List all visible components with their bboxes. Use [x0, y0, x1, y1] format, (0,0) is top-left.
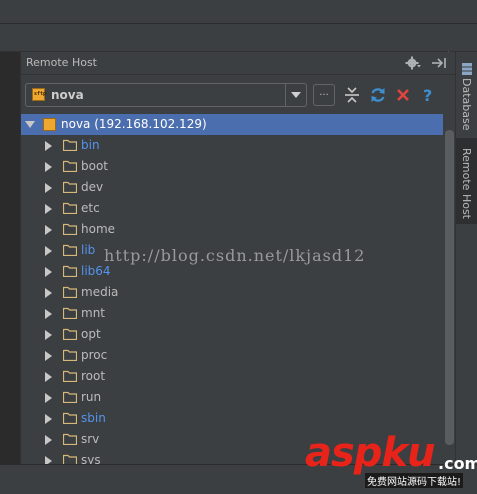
tree-item-label: bin — [81, 138, 100, 152]
folder-icon — [63, 349, 77, 361]
tree-item-label: media — [81, 285, 119, 299]
tree-root-row[interactable]: nova (192.168.102.129) — [21, 114, 443, 135]
tab-remote-host[interactable]: Remote Host — [456, 138, 477, 224]
window-top-bar — [0, 0, 477, 24]
folder-icon — [63, 454, 77, 464]
editor-gutter — [0, 52, 21, 464]
sftp-icon: sftp — [32, 88, 46, 101]
folder-icon — [63, 202, 77, 214]
tree-item-label: boot — [81, 159, 109, 173]
tab-database-label: Database — [460, 78, 473, 131]
tree-item-label: home — [81, 222, 116, 236]
tree-row[interactable]: mnt — [21, 303, 443, 324]
tree-row[interactable]: proc — [21, 345, 443, 366]
host-selector[interactable]: sftp nova — [25, 83, 307, 107]
folder-icon — [63, 160, 77, 172]
panel-header: Remote Host — [21, 52, 455, 75]
tree-item-label: dev — [81, 180, 104, 194]
watermark-url: http://blog.csdn.net/lkjasd12 — [104, 246, 366, 265]
tree-item-label: run — [81, 390, 102, 404]
folder-icon — [63, 139, 77, 151]
tree-row[interactable]: root — [21, 366, 443, 387]
hide-panel-icon[interactable] — [431, 55, 447, 71]
collapse-all-icon[interactable] — [343, 86, 361, 104]
tab-database[interactable]: Database — [456, 52, 477, 132]
aspku-watermark: aspku .com 免费网站源码下载站! — [305, 430, 477, 493]
tree-item-label: root — [81, 369, 106, 383]
tree-row[interactable]: bin — [21, 135, 443, 156]
folder-icon — [63, 328, 77, 340]
remote-file-tree: nova (192.168.102.129) bin boot dev etc home… — [21, 114, 455, 464]
tree-row[interactable]: sbin — [21, 408, 443, 429]
tree-item-label: lib — [81, 243, 96, 257]
aspku-domain: .com — [438, 454, 477, 473]
folder-icon — [63, 181, 77, 193]
tab-remote-host-label: Remote Host — [460, 148, 473, 219]
help-icon[interactable]: ? — [419, 86, 437, 104]
expand-arrow-icon[interactable] — [45, 183, 52, 193]
expand-arrow-icon[interactable] — [45, 204, 52, 214]
tree-item-label: srv — [81, 432, 100, 446]
expand-arrow-icon[interactable] — [45, 456, 52, 464]
host-name: nova — [51, 88, 84, 102]
tree-item-label: sbin — [81, 411, 106, 425]
tree-row[interactable]: opt — [21, 324, 443, 345]
expand-arrow-icon[interactable] — [45, 162, 52, 172]
tree-root-label: nova (192.168.102.129) — [61, 117, 207, 131]
tree-row[interactable]: run — [21, 387, 443, 408]
expand-arrow-icon[interactable] — [45, 288, 52, 298]
folder-icon — [63, 223, 77, 235]
expand-arrow-icon[interactable] — [25, 121, 35, 128]
main-toolbar — [0, 24, 477, 71]
folder-icon — [63, 307, 77, 319]
tree-row[interactable]: dev — [21, 177, 443, 198]
gear-icon[interactable] — [405, 55, 421, 71]
panel-title: Remote Host — [26, 56, 97, 69]
expand-arrow-icon[interactable] — [45, 225, 52, 235]
browse-button[interactable]: ... — [313, 84, 335, 106]
folder-icon — [63, 391, 77, 403]
right-tool-strip: Database Remote Host — [455, 52, 477, 464]
tree-row[interactable]: home — [21, 219, 443, 240]
tree-item-label: opt — [81, 327, 101, 341]
expand-arrow-icon[interactable] — [45, 414, 52, 424]
expand-arrow-icon[interactable] — [45, 435, 52, 445]
tree-item-label: etc — [81, 201, 100, 215]
svg-text:?: ? — [423, 86, 432, 104]
tree-item-label: proc — [81, 348, 108, 362]
expand-arrow-icon[interactable] — [45, 141, 52, 151]
tree-row[interactable]: boot — [21, 156, 443, 177]
tree-item-label: sys — [81, 453, 101, 464]
folder-icon — [63, 265, 77, 277]
tree-row[interactable]: etc — [21, 198, 443, 219]
scrollbar-thumb[interactable] — [445, 130, 454, 445]
folder-icon — [63, 412, 77, 424]
aspku-logo: aspku — [305, 430, 436, 476]
tree-row[interactable]: media — [21, 282, 443, 303]
expand-arrow-icon[interactable] — [45, 267, 52, 277]
expand-arrow-icon[interactable] — [45, 330, 52, 340]
folder-icon — [63, 244, 77, 256]
folder-icon — [63, 370, 77, 382]
chevron-down-icon[interactable] — [285, 84, 306, 106]
close-icon[interactable] — [394, 86, 412, 104]
expand-arrow-icon[interactable] — [45, 393, 52, 403]
refresh-icon[interactable] — [369, 86, 387, 104]
folder-icon — [63, 433, 77, 445]
database-icon — [462, 63, 472, 75]
aspku-tagline: 免费网站源码下载站! — [365, 473, 464, 488]
expand-arrow-icon[interactable] — [45, 372, 52, 382]
expand-arrow-icon[interactable] — [45, 309, 52, 319]
expand-arrow-icon[interactable] — [45, 351, 52, 361]
tree-item-label: lib64 — [81, 264, 111, 278]
tree-item-label: mnt — [81, 306, 105, 320]
sftp-host-icon — [43, 118, 56, 131]
folder-icon — [63, 286, 77, 298]
expand-arrow-icon[interactable] — [45, 246, 52, 256]
